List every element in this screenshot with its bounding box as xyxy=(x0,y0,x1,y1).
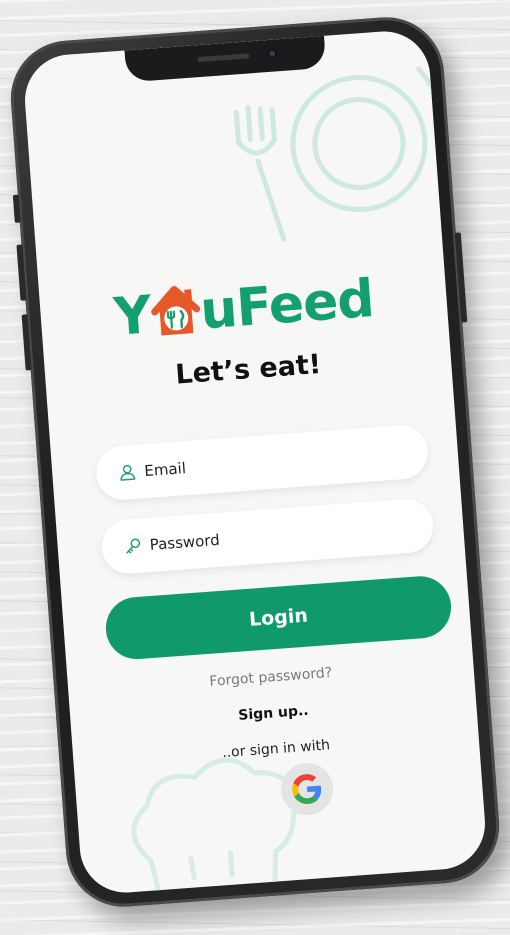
email-field[interactable]: Email xyxy=(94,423,430,502)
app-screen: Y uFeed Let’s eat! Email Password Login … xyxy=(21,28,489,896)
user-icon xyxy=(120,464,136,481)
login-content: Y uFeed Let’s eat! Email Password Login … xyxy=(22,28,488,895)
google-signin-button[interactable] xyxy=(279,761,335,817)
speaker xyxy=(197,53,250,63)
house-logo-icon xyxy=(150,285,200,336)
phone-frame: Y uFeed Let’s eat! Email Password Login … xyxy=(6,13,504,911)
google-icon xyxy=(292,774,322,805)
app-logo: Y uFeed xyxy=(39,264,448,354)
password-placeholder: Password xyxy=(149,530,221,554)
logo-text-end: uFeed xyxy=(198,268,376,342)
forgot-password-link[interactable]: Forgot password? xyxy=(68,655,474,701)
camera xyxy=(266,48,278,60)
email-placeholder: Email xyxy=(143,459,187,481)
logo-text-start: Y xyxy=(111,285,153,348)
alt-signin-label: ..or sign in with xyxy=(221,737,331,762)
login-button[interactable]: Login xyxy=(103,574,454,662)
key-icon xyxy=(126,538,141,554)
sign-up-link[interactable]: Sign up.. xyxy=(70,690,476,736)
password-field[interactable]: Password xyxy=(99,497,436,576)
